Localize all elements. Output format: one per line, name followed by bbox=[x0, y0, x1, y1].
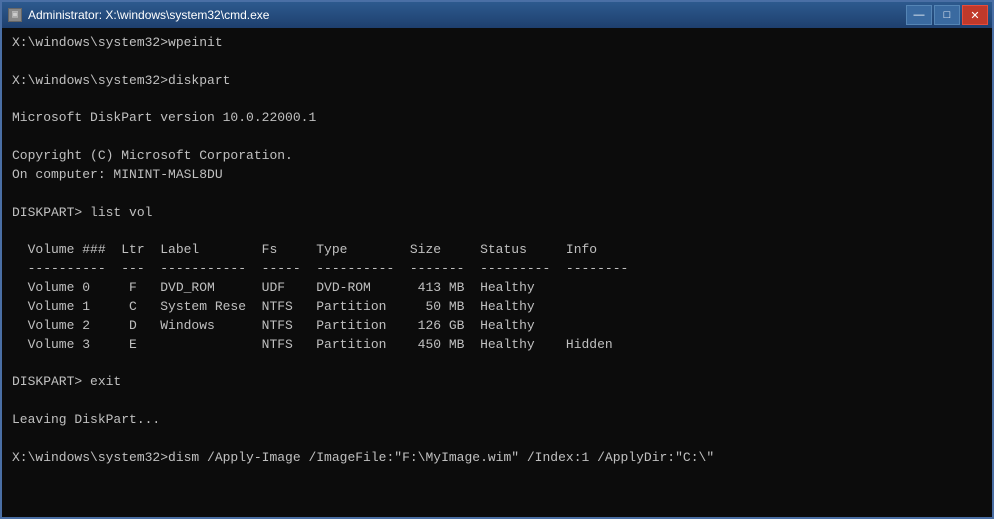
minimize-button[interactable]: — bbox=[906, 5, 932, 25]
console-empty-line bbox=[12, 222, 982, 241]
console-empty-line bbox=[12, 91, 982, 110]
console-empty-line bbox=[12, 430, 982, 449]
title-bar-left: ▣ Administrator: X:\windows\system32\cmd… bbox=[8, 8, 269, 22]
console-empty-line bbox=[12, 392, 982, 411]
console-line: Volume 2 D Windows NTFS Partition 126 GB… bbox=[12, 317, 982, 336]
console-line: Leaving DiskPart... bbox=[12, 411, 982, 430]
console-empty-line bbox=[12, 354, 982, 373]
console-empty-line bbox=[12, 185, 982, 204]
console-line: X:\windows\system32>diskpart bbox=[12, 72, 982, 91]
console-line: Copyright (C) Microsoft Corporation. bbox=[12, 147, 982, 166]
console-line: Microsoft DiskPart version 10.0.22000.1 bbox=[12, 109, 982, 128]
console-line: Volume ### Ltr Label Fs Type Size Status… bbox=[12, 241, 982, 260]
title-buttons: — □ ✕ bbox=[906, 5, 988, 25]
console-line: Volume 1 C System Rese NTFS Partition 50… bbox=[12, 298, 982, 317]
console-line: X:\windows\system32>dism /Apply-Image /I… bbox=[12, 449, 982, 468]
console-line: X:\windows\system32>wpeinit bbox=[12, 34, 982, 53]
console-line: Volume 3 E NTFS Partition 450 MB Healthy… bbox=[12, 336, 982, 355]
cmd-window: ▣ Administrator: X:\windows\system32\cmd… bbox=[0, 0, 994, 519]
console-empty-line bbox=[12, 53, 982, 72]
console-line: ---------- --- ----------- ----- -------… bbox=[12, 260, 982, 279]
window-icon: ▣ bbox=[8, 8, 22, 22]
console-output: X:\windows\system32>wpeinit X:\windows\sy… bbox=[2, 28, 992, 517]
window-title: Administrator: X:\windows\system32\cmd.e… bbox=[28, 8, 269, 22]
console-empty-line bbox=[12, 128, 982, 147]
title-bar: ▣ Administrator: X:\windows\system32\cmd… bbox=[2, 2, 992, 28]
console-line: DISKPART> list vol bbox=[12, 204, 982, 223]
console-line: DISKPART> exit bbox=[12, 373, 982, 392]
console-line: On computer: MININT-MASL8DU bbox=[12, 166, 982, 185]
maximize-button[interactable]: □ bbox=[934, 5, 960, 25]
close-button[interactable]: ✕ bbox=[962, 5, 988, 25]
console-line: Volume 0 F DVD_ROM UDF DVD-ROM 413 MB He… bbox=[12, 279, 982, 298]
